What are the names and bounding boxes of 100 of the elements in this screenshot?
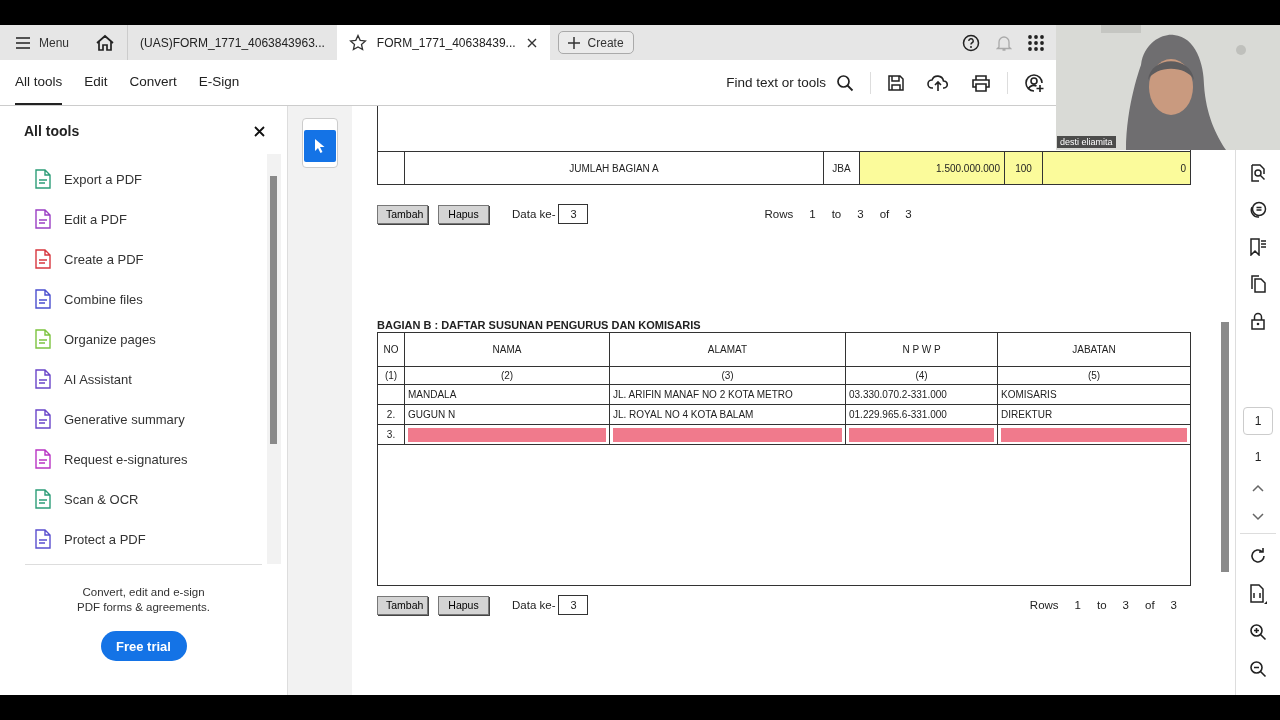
input-field[interactable] xyxy=(849,427,994,442)
form-button[interactable]: Tambah xyxy=(377,595,428,615)
tool-item[interactable]: Request e-signatures xyxy=(34,439,267,479)
tool-icon xyxy=(34,289,52,309)
input-field[interactable] xyxy=(1001,427,1187,442)
zoom-in-icon[interactable] xyxy=(1249,623,1267,641)
zoom-out-icon[interactable] xyxy=(1249,660,1267,678)
pagination-text: 3 xyxy=(857,208,864,220)
chevron-up-icon[interactable] xyxy=(1251,483,1265,493)
tool-icon xyxy=(34,169,52,189)
tool-item[interactable]: Scan & OCR xyxy=(34,479,267,519)
tool-item[interactable]: Edit a PDF xyxy=(34,199,267,239)
close-icon[interactable] xyxy=(525,36,538,49)
pagination-text: 3 xyxy=(1122,599,1129,611)
data-label: Data ke- xyxy=(512,599,556,611)
column-number: (5) xyxy=(1086,369,1102,383)
pagination-text: 1 xyxy=(809,208,816,220)
comment-icon[interactable] xyxy=(1249,201,1267,219)
page-total: 1 xyxy=(1254,450,1262,464)
form-button[interactable]: Tambah xyxy=(377,204,428,224)
tool-item[interactable]: Organize pages xyxy=(34,319,267,359)
toolbar-tab[interactable]: Convert xyxy=(129,60,177,105)
column-header: N P W P xyxy=(846,333,998,366)
promo-text: Convert, edit and e-sign xyxy=(82,585,205,600)
add-user-icon[interactable] xyxy=(1024,72,1044,93)
table-cell: 03.330.070.2-331.000 xyxy=(846,385,998,404)
tool-item[interactable]: AI Assistant xyxy=(34,359,267,399)
cloud-upload-icon[interactable] xyxy=(927,73,949,92)
promo-text: PDF forms & agreements. xyxy=(77,600,210,615)
table-cell: 0 xyxy=(1043,152,1190,184)
table-cell-text: KOMISARIS xyxy=(1000,388,1058,402)
pagination-text: Rows xyxy=(1029,599,1059,611)
print-icon[interactable] xyxy=(971,73,991,92)
tool-icon xyxy=(34,449,52,469)
help-icon[interactable] xyxy=(962,33,980,52)
column-number: (3) xyxy=(610,367,846,384)
tool-item[interactable]: Generative summary xyxy=(34,399,267,439)
pagination-text: 3 xyxy=(905,208,912,220)
toolbar-tab[interactable]: All tools xyxy=(15,60,63,105)
input-field[interactable] xyxy=(613,427,842,442)
form-button[interactable]: Hapus xyxy=(438,204,489,224)
document-tab[interactable]: (UAS)FORM_1771_4063843963... xyxy=(127,25,337,60)
document-tab[interactable]: FORM_1771_40638439... xyxy=(336,25,550,60)
save-icon[interactable] xyxy=(887,73,905,92)
pagination-text: 3 xyxy=(1170,599,1177,611)
rotate-icon[interactable] xyxy=(1249,547,1267,565)
find-label[interactable]: Find text or tools xyxy=(726,75,826,90)
close-icon[interactable] xyxy=(254,125,265,137)
chevron-down-icon[interactable] xyxy=(1251,512,1265,522)
pagination-text: to xyxy=(831,208,842,220)
tool-icon xyxy=(34,249,52,269)
bookmark-icon[interactable] xyxy=(1249,238,1267,256)
form-button[interactable]: Hapus xyxy=(438,595,489,615)
document-search-icon[interactable] xyxy=(1249,164,1267,182)
tool-item[interactable]: Export a PDF xyxy=(34,159,267,199)
free-trial-button[interactable]: Free trial xyxy=(100,631,187,661)
menu-button[interactable]: Menu xyxy=(15,35,70,50)
create-button[interactable]: Create xyxy=(557,31,634,54)
participant-name: desti eliamita xyxy=(1057,136,1116,148)
table-cell: JL. ROYAL NO 4 KOTA BALAM xyxy=(610,405,846,424)
data-label: Data ke- xyxy=(512,208,556,220)
data-field[interactable]: 3 xyxy=(558,595,589,615)
table-cell: 100 xyxy=(1005,152,1043,184)
tab-label: (UAS)FORM_1771_4063843963... xyxy=(140,35,325,50)
select-tool-button[interactable] xyxy=(302,118,338,168)
tab-label: FORM_1771_40638439... xyxy=(376,35,516,50)
table-cell: JL. ARIFIN MANAF NO 2 KOTA METRO xyxy=(610,385,846,404)
input-field[interactable] xyxy=(408,427,606,442)
scrollbar-thumb[interactable] xyxy=(1221,322,1229,572)
lock-icon[interactable] xyxy=(1250,312,1266,330)
toolbar-tab[interactable]: Edit xyxy=(84,60,108,105)
page-number-field[interactable]: 1 xyxy=(1243,407,1273,435)
column-header: NAMA xyxy=(405,333,610,366)
column-header: NO xyxy=(378,333,405,366)
apps-grid-icon[interactable] xyxy=(1028,34,1044,51)
tool-item[interactable]: Protect a PDF xyxy=(34,519,267,559)
plus-icon xyxy=(567,36,580,49)
column-number: (1) xyxy=(378,367,405,384)
table-cell: GUGUN N xyxy=(405,405,610,424)
tool-icon xyxy=(34,209,52,229)
toolbar-tab[interactable]: E-Sign xyxy=(198,60,240,105)
star-icon[interactable] xyxy=(348,33,367,52)
column-number: (4) xyxy=(846,367,998,384)
tool-icon xyxy=(34,369,52,389)
tool-item[interactable]: Combine files xyxy=(34,279,267,319)
tool-item[interactable]: Create a PDF xyxy=(34,239,267,279)
pagination-text: Rows xyxy=(764,208,794,220)
pagination-text: to xyxy=(1097,599,1107,611)
actual-size-icon[interactable] xyxy=(1249,584,1267,604)
panel-title: All tools xyxy=(24,123,80,139)
table-cell: MANDALA xyxy=(405,385,610,404)
search-icon[interactable] xyxy=(836,73,854,92)
tool-icon xyxy=(34,329,52,349)
home-icon[interactable] xyxy=(95,33,116,52)
scrollbar-thumb[interactable] xyxy=(270,176,277,444)
column-header: JABATAN xyxy=(1071,343,1117,357)
tool-icon xyxy=(34,409,52,429)
pages-icon[interactable] xyxy=(1249,275,1267,293)
pagination-text: of xyxy=(879,208,890,220)
data-field[interactable]: 3 xyxy=(558,204,589,224)
